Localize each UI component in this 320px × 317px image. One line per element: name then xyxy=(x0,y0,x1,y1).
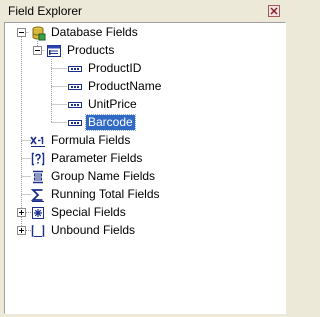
tree-node-label: ProductName xyxy=(88,79,162,93)
running-total-icon xyxy=(30,187,46,203)
expander-products[interactable] xyxy=(33,46,42,55)
expander-special-fields[interactable] xyxy=(17,208,26,217)
tree-node-label: Parameter Fields xyxy=(51,151,143,165)
formula-icon xyxy=(30,133,46,149)
tree-node-parameter-fields[interactable]: Parameter Fields xyxy=(30,150,144,167)
tree-node-formula-fields[interactable]: Formula Fields xyxy=(30,132,132,149)
tree-node-database-fields[interactable]: Database Fields xyxy=(30,24,140,41)
parameter-icon xyxy=(30,151,46,167)
table-icon xyxy=(46,43,62,59)
field-icon xyxy=(67,79,83,95)
tree-node-label: Barcode xyxy=(85,114,136,131)
tree-node-label: Group Name Fields xyxy=(51,169,156,183)
special-fields-icon xyxy=(30,205,46,221)
database-icon xyxy=(30,25,46,41)
tree-node-running-total-fields[interactable]: Running Total Fields xyxy=(30,186,162,203)
tree-node-group-name-fields[interactable]: Group Name Fields xyxy=(30,168,157,185)
field-explorer-panel: Field Explorer Database Fields Products … xyxy=(0,0,292,317)
close-button[interactable] xyxy=(268,5,280,17)
tree-node-unitprice[interactable]: UnitPrice xyxy=(67,96,139,113)
tree-node-products[interactable]: Products xyxy=(46,42,116,59)
tree-node-special-fields[interactable]: Special Fields xyxy=(30,204,128,221)
tree-node-label: Special Fields xyxy=(51,205,126,219)
field-icon xyxy=(67,115,83,131)
tree-node-unbound-fields[interactable]: Unbound Fields xyxy=(30,222,137,239)
group-name-icon xyxy=(30,169,46,185)
tree-node-label: Running Total Fields xyxy=(51,187,160,201)
tree-node-productid[interactable]: ProductID xyxy=(67,60,143,77)
tree-node-label: Database Fields xyxy=(51,25,138,39)
tree-node-barcode[interactable]: Barcode xyxy=(67,114,136,131)
tree-node-label: Products xyxy=(67,43,115,57)
tree-node-label: ProductID xyxy=(88,61,142,75)
field-tree[interactable]: Database Fields Products ProductID Produ… xyxy=(4,22,286,314)
field-icon xyxy=(67,97,83,113)
field-icon xyxy=(67,61,83,77)
tree-node-label: Unbound Fields xyxy=(51,223,136,237)
unbound-fields-icon xyxy=(30,223,46,239)
tree-node-label: Formula Fields xyxy=(51,133,131,147)
expander-database-fields[interactable] xyxy=(17,28,26,37)
expander-unbound-fields[interactable] xyxy=(17,226,26,235)
panel-title: Field Explorer xyxy=(8,4,83,18)
tree-node-productname[interactable]: ProductName xyxy=(67,78,163,95)
tree-node-label: UnitPrice xyxy=(88,97,137,111)
